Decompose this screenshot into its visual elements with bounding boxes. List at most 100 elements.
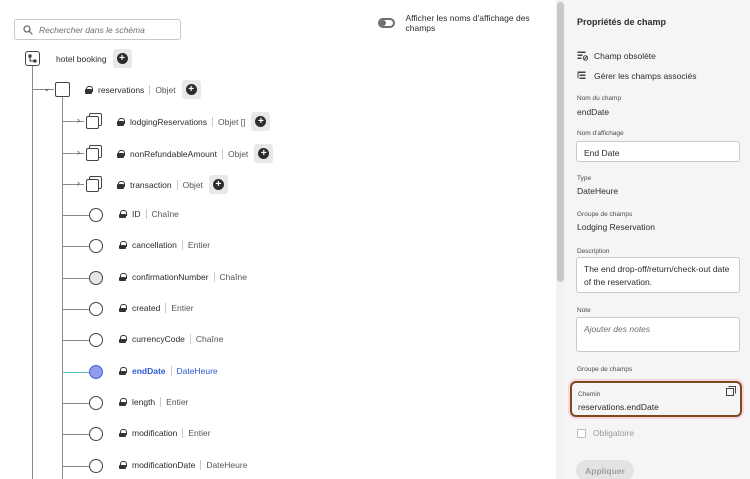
expand-chevron-icon[interactable]: › xyxy=(77,115,80,125)
required-checkbox-row[interactable]: Obligatoire xyxy=(577,428,634,438)
add-field-button[interactable]: + xyxy=(254,144,274,163)
field-circle-icon xyxy=(89,333,103,347)
schema-search[interactable]: Rechercher dans le schéma xyxy=(14,19,181,40)
description-field[interactable]: The end drop-off/return/check-out date o… xyxy=(576,257,740,293)
field-circle-icon xyxy=(89,271,103,285)
lock-icon xyxy=(119,273,127,281)
tree-node-field[interactable]: nonRefundableAmount Objet + xyxy=(117,144,274,163)
field-type: DateHeure xyxy=(206,460,248,470)
field-group-label-secondary: Groupe de champs xyxy=(577,366,633,373)
add-field-button[interactable]: + xyxy=(181,80,201,99)
tree-node-field[interactable]: lodgingReservations Objet [] + xyxy=(117,112,271,131)
apply-button[interactable]: Appliquer xyxy=(576,460,634,479)
schema-root-icon xyxy=(25,51,40,66)
field-type: Objet [] xyxy=(218,116,246,127)
path-field[interactable]: Chemin reservations.endDate xyxy=(570,381,742,417)
expand-chevron-icon[interactable]: › xyxy=(77,178,80,188)
deprecate-label: Champ obsolète xyxy=(594,51,656,61)
type-label: Type xyxy=(577,175,592,182)
tree-node-field-selected[interactable]: endDate DateHeure xyxy=(119,366,218,376)
tree-line-h xyxy=(62,278,90,279)
tree-node-field[interactable]: ID Chaîne xyxy=(119,209,179,219)
plus-icon: + xyxy=(116,53,128,64)
type-separator xyxy=(182,428,184,438)
tree-node-root[interactable]: hotel booking + xyxy=(56,49,132,68)
field-group-label: Groupe de champs xyxy=(577,211,633,218)
add-field-button[interactable]: + xyxy=(208,175,228,194)
tree-node-field[interactable]: created Entier xyxy=(119,303,194,313)
manage-related-label: Gérer les champs associés xyxy=(594,71,697,81)
plus-icon: + xyxy=(185,84,197,95)
tree-node-field[interactable]: modificationDate DateHeure xyxy=(119,460,247,470)
search-icon xyxy=(23,24,33,35)
collapse-chevron-icon[interactable]: ⌄ xyxy=(43,83,51,94)
related-fields-icon xyxy=(577,71,586,79)
plus-icon: + xyxy=(258,148,270,159)
field-name: reservations xyxy=(98,84,145,95)
type-value: DateHeure xyxy=(577,186,619,196)
search-input[interactable]: Rechercher dans le schéma xyxy=(39,25,145,35)
linked-object-icon xyxy=(86,176,102,192)
field-name: modification xyxy=(132,428,178,438)
display-name-label: Nom d'affichage xyxy=(577,130,624,137)
tree-node-field[interactable]: transaction Objet + xyxy=(117,175,228,194)
tree-scrollbar[interactable] xyxy=(556,0,565,479)
lock-icon xyxy=(119,429,127,437)
expand-chevron-icon[interactable]: › xyxy=(77,147,80,157)
field-circle-icon xyxy=(89,396,103,410)
type-separator xyxy=(189,334,191,344)
tree-node-reservations[interactable]: reservations Objet + xyxy=(85,80,201,99)
note-label: Note xyxy=(577,307,591,314)
schema-tree-panel: Rechercher dans le schéma Afficher les n… xyxy=(0,0,556,479)
tree-line-h-selected xyxy=(62,372,90,373)
note-field[interactable]: Ajouter des notes xyxy=(576,317,740,352)
tree-node-field[interactable]: modification Entier xyxy=(119,428,211,438)
tree-node-field[interactable]: cancellation Entier xyxy=(119,240,210,250)
field-type: Entier xyxy=(187,240,211,250)
tree-node-field[interactable]: currencyCode Chaîne xyxy=(119,334,223,344)
deprecate-field-button[interactable]: Champ obsolète xyxy=(577,51,656,61)
lock-icon xyxy=(117,149,125,158)
required-checkbox[interactable] xyxy=(577,428,586,438)
tree-line-h xyxy=(62,121,84,122)
display-names-toggle-row[interactable]: Afficher les noms d'affichage des champs xyxy=(378,13,556,33)
type-separator xyxy=(149,84,151,95)
field-circle-icon xyxy=(89,302,103,316)
copy-icon[interactable] xyxy=(726,386,736,396)
array-icon xyxy=(86,113,102,129)
field-name: cancellation xyxy=(132,240,177,250)
field-name: modificationDate xyxy=(132,460,196,470)
field-type: Objet xyxy=(182,179,203,190)
tree-line-reservations-children xyxy=(62,97,63,479)
add-field-button[interactable]: + xyxy=(112,49,132,68)
field-name: transaction xyxy=(130,179,172,190)
tree-line-h xyxy=(62,215,90,216)
tree-node-field[interactable]: confirmationNumber Chaîne xyxy=(119,272,247,282)
tree-node-field[interactable]: length Entier xyxy=(119,397,188,407)
field-name: created xyxy=(132,303,161,313)
plus-icon: + xyxy=(255,116,267,127)
field-type: Entier xyxy=(171,303,194,313)
tree-line-h xyxy=(62,309,90,310)
type-separator xyxy=(176,179,178,190)
field-name-label: Nom du champ xyxy=(577,95,622,102)
field-name: nonRefundableAmount xyxy=(130,148,217,159)
scrollbar-thumb[interactable] xyxy=(557,2,564,282)
field-group-value: Lodging Reservation xyxy=(577,222,655,232)
tree-line-h xyxy=(62,403,90,404)
object-icon xyxy=(55,82,70,97)
field-type: Chaîne xyxy=(151,209,179,219)
display-names-toggle-label: Afficher les noms d'affichage des champs xyxy=(405,13,530,33)
field-name: currencyCode xyxy=(132,334,185,344)
type-separator xyxy=(181,240,183,250)
deprecate-icon xyxy=(577,51,588,61)
lock-icon xyxy=(119,461,127,469)
tree-line-h xyxy=(62,434,90,435)
manage-related-fields-button[interactable]: Gérer les champs associés xyxy=(577,71,697,81)
type-separator xyxy=(160,397,162,407)
add-field-button[interactable]: + xyxy=(251,112,271,131)
display-names-toggle[interactable] xyxy=(378,18,395,28)
root-name: hotel booking xyxy=(56,53,107,64)
field-properties-panel: Propriétés de champ Champ obsolète Gérer… xyxy=(565,0,750,479)
display-name-field[interactable]: End Date xyxy=(576,141,740,162)
